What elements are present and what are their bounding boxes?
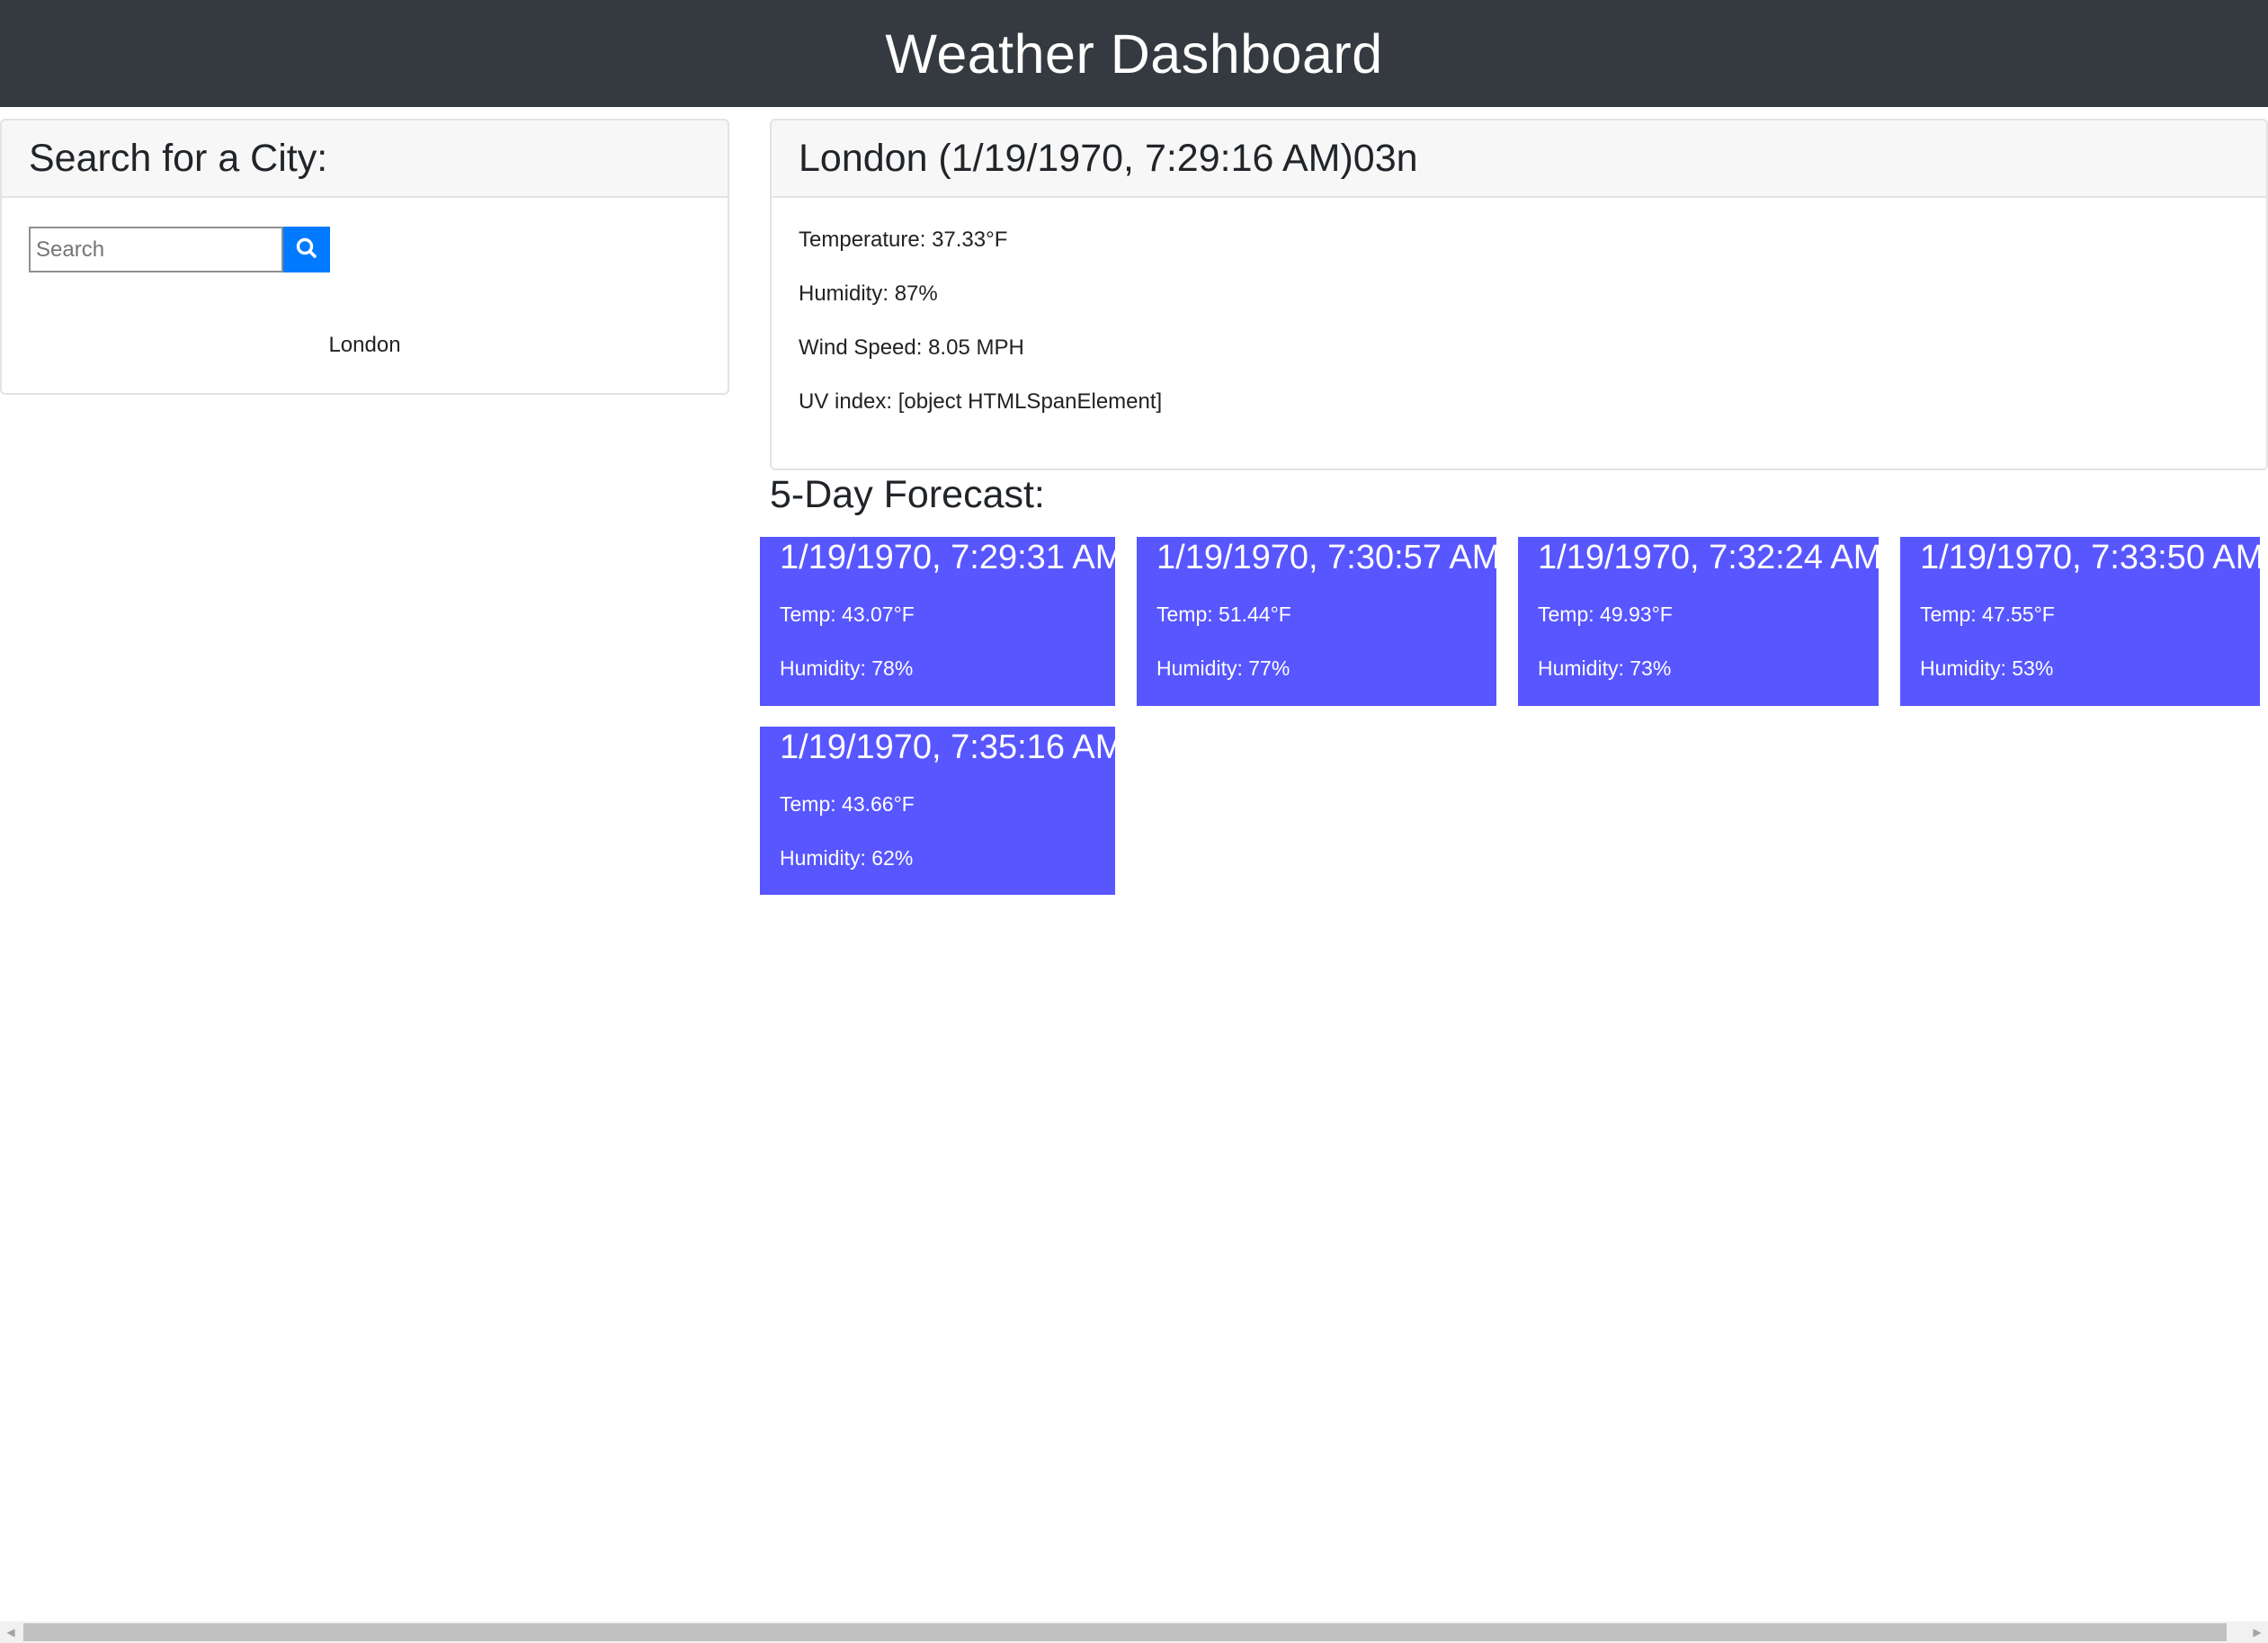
forecast-date: 1/19/1970, 7:29:31 AM [780, 539, 1124, 576]
search-input[interactable] [29, 227, 283, 272]
search-heading: Search for a City: [2, 121, 728, 198]
forecast-temp: Temp: 43.66°F [780, 792, 915, 816]
forecast-date: 1/19/1970, 7:30:57 AM [1156, 539, 1501, 576]
current-weather-panel: London (1/19/1970, 7:29:16 AM)03n Temper… [770, 119, 2268, 470]
current-weather-details: Temperature: 37.33°F Humidity: 87% Wind … [772, 198, 2266, 413]
forecast-humidity: Humidity: 78% [780, 656, 914, 680]
forecast-temp: Temp: 51.44°F [1156, 603, 1291, 626]
forecast-card: 1/19/1970, 7:29:31 AM Temp: 43.07°F Humi… [760, 537, 1123, 706]
forecast-temp: Temp: 43.07°F [780, 603, 915, 626]
page-header: Weather Dashboard [0, 0, 2268, 107]
search-form [29, 227, 330, 272]
horizontal-scrollbar[interactable]: ◀ ▶ [0, 1621, 2268, 1643]
forecast-date: 1/19/1970, 7:32:24 AM [1538, 539, 1882, 576]
forecast-humidity: Humidity: 73% [1538, 656, 1672, 680]
forecast-heading: 5-Day Forecast: [770, 473, 1045, 516]
scroll-left-icon[interactable]: ◀ [0, 1621, 22, 1643]
current-uv-index: UV index: [object HTMLSpanElement] [799, 389, 1163, 414]
forecast-temp: Temp: 49.93°F [1538, 603, 1673, 626]
forecast-temp: Temp: 47.55°F [1920, 603, 2055, 626]
current-weather-title: London (1/19/1970, 7:29:16 AM)03n [772, 121, 2266, 198]
forecast-card: 1/19/1970, 7:33:50 AM Temp: 47.55°F Humi… [1900, 537, 2264, 706]
forecast-humidity: Humidity: 53% [1920, 656, 2054, 680]
scroll-right-icon[interactable]: ▶ [2246, 1621, 2268, 1643]
scrollbar-thumb[interactable] [23, 1623, 2227, 1641]
forecast-date: 1/19/1970, 7:35:16 AM [780, 728, 1124, 766]
forecast-card: 1/19/1970, 7:30:57 AM Temp: 51.44°F Humi… [1137, 537, 1500, 706]
search-panel: Search for a City: London [0, 119, 729, 395]
forecast-card: 1/19/1970, 7:35:16 AM Temp: 43.66°F Humi… [760, 727, 1123, 895]
forecast-humidity: Humidity: 77% [1156, 656, 1290, 680]
history-item-london[interactable]: London [2, 333, 728, 358]
current-temperature: Temperature: 37.33°F [799, 228, 1008, 252]
forecast-card: 1/19/1970, 7:32:24 AM Temp: 49.93°F Humi… [1518, 537, 1882, 706]
search-button[interactable] [283, 227, 330, 272]
current-humidity: Humidity: 87% [799, 281, 938, 306]
search-icon [295, 237, 318, 263]
forecast-date: 1/19/1970, 7:33:50 AM [1920, 539, 2264, 576]
forecast-humidity: Humidity: 62% [780, 846, 914, 870]
current-wind-speed: Wind Speed: 8.05 MPH [799, 335, 1024, 360]
page-title: Weather Dashboard [885, 22, 1383, 85]
